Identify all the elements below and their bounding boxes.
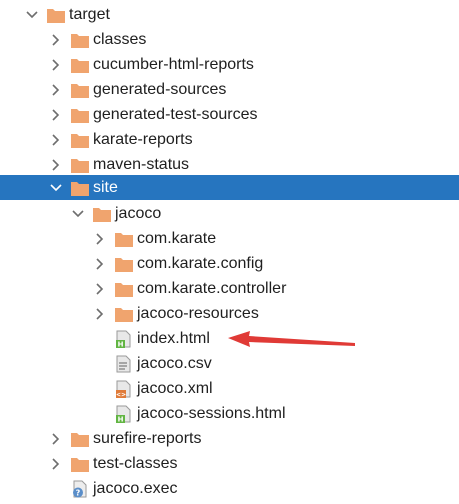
chevron-right-icon[interactable]	[48, 456, 64, 472]
tree-item-com-karate-config[interactable]: com.karate.config	[0, 251, 459, 276]
tree-item-label: jacoco-resources	[137, 305, 259, 322]
folder-icon	[92, 205, 112, 223]
tree-item-jacoco-resources[interactable]: jacoco-resources	[0, 301, 459, 326]
folder-icon	[70, 179, 90, 197]
folder-icon	[70, 81, 90, 99]
folder-icon	[70, 106, 90, 124]
tree-item-label: test-classes	[93, 455, 178, 472]
folder-icon	[46, 6, 66, 24]
tree-item-label: generated-test-sources	[93, 106, 258, 123]
folder-icon	[114, 255, 134, 273]
tree-item-label: com.karate.controller	[137, 280, 287, 297]
tree-item-label: index.html	[137, 330, 210, 347]
svg-text:H: H	[118, 415, 124, 423]
svg-text:H: H	[118, 340, 124, 348]
tree-item-test-classes[interactable]: test-classes	[0, 451, 459, 476]
folder-icon	[70, 56, 90, 74]
tree-item-label: jacoco.xml	[137, 380, 213, 397]
tree-item-label: classes	[93, 31, 147, 48]
chevron-right-icon[interactable]	[48, 132, 64, 148]
tree-item-label: target	[69, 6, 110, 23]
svg-text:?: ?	[76, 488, 81, 497]
folder-icon	[70, 455, 90, 473]
svg-text:<>: <>	[116, 391, 126, 398]
folder-icon	[70, 31, 90, 49]
tree-item-classes[interactable]: classes	[0, 27, 459, 52]
chevron-down-icon[interactable]	[70, 206, 86, 222]
tree-item-index-html[interactable]: H index.html	[0, 326, 459, 351]
tree-item-jacoco-sessions-html[interactable]: H jacoco-sessions.html	[0, 401, 459, 426]
tree-item-site[interactable]: site	[0, 175, 459, 200]
chevron-right-icon[interactable]	[48, 157, 64, 173]
chevron-right-icon[interactable]	[92, 306, 108, 322]
tree-item-generated-sources[interactable]: generated-sources	[0, 77, 459, 102]
chevron-right-icon[interactable]	[92, 256, 108, 272]
tree-item-label: jacoco	[115, 205, 162, 222]
tree-item-surefire-reports[interactable]: surefire-reports	[0, 426, 459, 451]
chevron-right-icon[interactable]	[48, 32, 64, 48]
chevron-right-icon[interactable]	[48, 82, 64, 98]
tree-item-com-karate-controller[interactable]: com.karate.controller	[0, 276, 459, 301]
tree-item-com-karate[interactable]: com.karate	[0, 226, 459, 251]
chevron-right-icon[interactable]	[48, 57, 64, 73]
html-file-icon: H	[114, 330, 134, 348]
tree-item-jacoco[interactable]: jacoco	[0, 201, 459, 226]
tree-item-label: karate-reports	[93, 131, 193, 148]
chevron-right-icon[interactable]	[92, 281, 108, 297]
folder-icon	[70, 156, 90, 174]
folder-icon	[114, 305, 134, 323]
tree-item-jacoco-csv[interactable]: jacoco.csv	[0, 351, 459, 376]
tree-item-label: jacoco-sessions.html	[137, 405, 286, 422]
folder-icon	[114, 230, 134, 248]
unknown-file-icon: ?	[70, 480, 90, 498]
tree-item-generated-test-sources[interactable]: generated-test-sources	[0, 102, 459, 127]
text-file-icon	[114, 355, 134, 373]
tree-item-jacoco-exec[interactable]: ? jacoco.exec	[0, 476, 459, 501]
tree-item-target[interactable]: target	[0, 2, 459, 27]
tree-item-jacoco-xml[interactable]: <> jacoco.xml	[0, 376, 459, 401]
chevron-right-icon[interactable]	[48, 431, 64, 447]
chevron-down-icon[interactable]	[48, 180, 64, 196]
chevron-down-icon[interactable]	[24, 7, 40, 23]
tree-item-label: generated-sources	[93, 81, 227, 98]
tree-item-label: cucumber-html-reports	[93, 56, 254, 73]
folder-icon	[114, 280, 134, 298]
tree-item-cucumber-html-reports[interactable]: cucumber-html-reports	[0, 52, 459, 77]
tree-item-label: jacoco.csv	[137, 355, 212, 372]
project-tree: target classes cucumber-html-reports gen…	[0, 0, 459, 504]
xml-file-icon: <>	[114, 380, 134, 398]
tree-item-label: com.karate	[137, 230, 217, 247]
folder-icon	[70, 430, 90, 448]
tree-item-karate-reports[interactable]: karate-reports	[0, 127, 459, 152]
chevron-right-icon[interactable]	[48, 107, 64, 123]
tree-item-label: site	[93, 179, 118, 196]
tree-item-maven-status[interactable]: maven-status	[0, 152, 459, 177]
folder-icon	[70, 131, 90, 149]
tree-item-label: com.karate.config	[137, 255, 264, 272]
tree-item-label: jacoco.exec	[93, 480, 178, 497]
tree-item-label: maven-status	[93, 156, 190, 173]
tree-item-label: surefire-reports	[93, 430, 202, 447]
chevron-right-icon[interactable]	[92, 231, 108, 247]
html-file-icon: H	[114, 405, 134, 423]
